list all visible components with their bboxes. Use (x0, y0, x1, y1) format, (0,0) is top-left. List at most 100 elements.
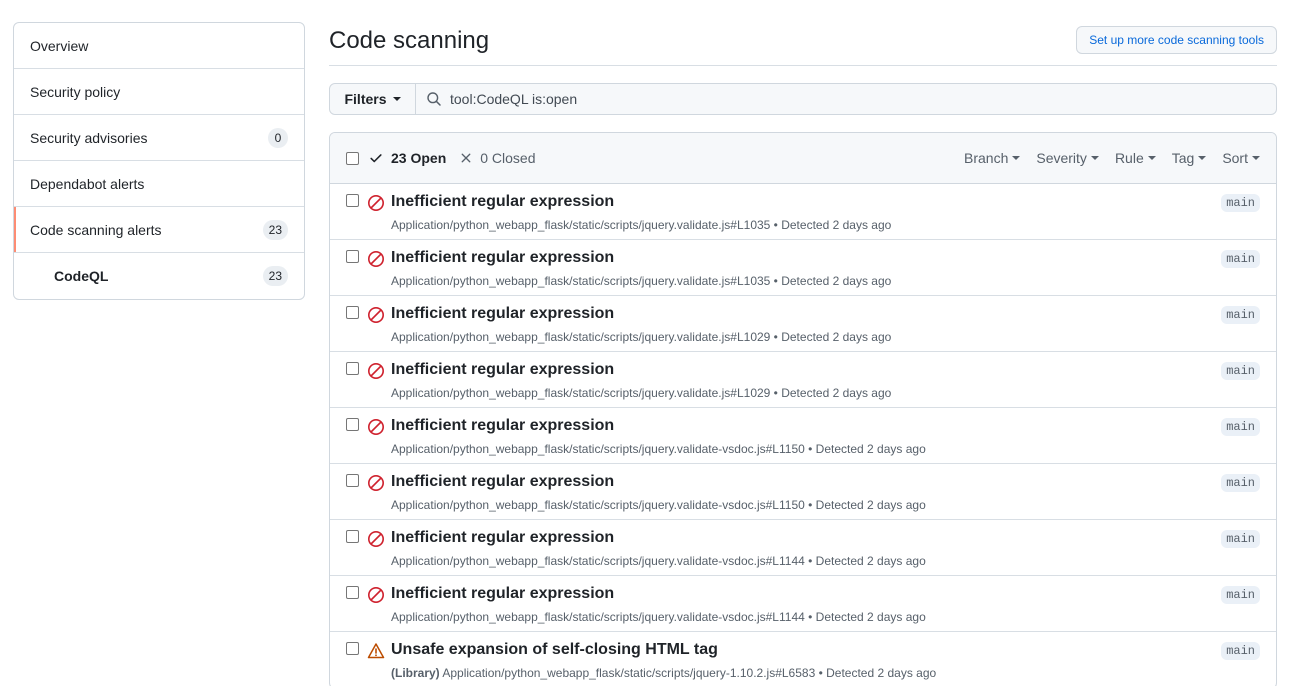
caret-down-icon (1147, 156, 1156, 160)
alert-checkbox[interactable] (346, 418, 359, 431)
alert-meta: Application/python_webapp_flask/static/s… (391, 610, 926, 624)
alert-detected-time: Detected 2 days ago (781, 274, 892, 288)
alert-file-path: Application/python_webapp_flask/static/s… (391, 330, 771, 344)
sidebar-item-label: Security policy (30, 83, 121, 100)
alert-file-path: Application/python_webapp_flask/static/s… (391, 386, 771, 400)
alert-checkbox[interactable] (346, 642, 359, 655)
alert-meta: Application/python_webapp_flask/static/s… (391, 218, 892, 232)
alerts-list-header: 23 Open 0 Closed Branch Severity Rule Ta… (330, 133, 1276, 184)
search-icon (427, 92, 441, 106)
alert-file-path: Application/python_webapp_flask/static/s… (391, 498, 805, 512)
sidebar-item-codeql[interactable]: CodeQL 23 (14, 253, 304, 299)
counter-badge: 0 (268, 127, 288, 148)
alert-title-link[interactable]: Inefficient regular expression (391, 305, 614, 323)
filter-label: Rule (1114, 150, 1144, 166)
tag-filter-dropdown[interactable]: Tag (1172, 150, 1207, 166)
alert-detected-time: Detected 2 days ago (815, 442, 926, 456)
alert-meta: Application/python_webapp_flask/static/s… (391, 274, 892, 288)
alert-title-link[interactable]: Inefficient regular expression (391, 249, 614, 267)
branch-label: main (1221, 586, 1260, 604)
alert-file-path: Application/python_webapp_flask/static/s… (391, 274, 771, 288)
filter-label: Branch (964, 150, 1009, 166)
alert-title-link[interactable]: Inefficient regular expression (391, 585, 614, 603)
alert-row[interactable]: Inefficient regular expression Applicatio… (330, 352, 1276, 408)
sidebar-item-security-policy[interactable]: Security policy (14, 69, 304, 115)
rule-filter-dropdown[interactable]: Rule (1115, 150, 1156, 166)
sidebar-item-label: Overview (30, 37, 89, 54)
filters-dropdown-button[interactable]: Filters (330, 84, 416, 114)
branch-label: main (1221, 306, 1260, 324)
branch-label: main (1221, 362, 1260, 380)
alert-checkbox[interactable] (346, 306, 359, 319)
filter-label: Sort (1222, 150, 1248, 166)
alert-detected-time: Detected 2 days ago (781, 386, 892, 400)
alert-detected-time: Detected 2 days ago (815, 554, 926, 568)
open-alerts-filter[interactable]: 23 Open (369, 150, 446, 166)
alert-checkbox[interactable] (346, 586, 359, 599)
branch-label: main (1221, 250, 1260, 268)
alert-row[interactable]: Inefficient regular expression Applicatio… (330, 464, 1276, 520)
branch-label: main (1221, 474, 1260, 492)
sidebar-item-label: CodeQL (54, 268, 109, 284)
alert-title-link[interactable]: Inefficient regular expression (391, 417, 614, 435)
main-content: Code scanning Set up more code scanning … (329, 22, 1277, 686)
select-all-checkbox[interactable] (346, 151, 359, 165)
caret-down-icon (1198, 156, 1207, 160)
filters-label: Filters (344, 91, 387, 107)
alert-checkbox[interactable] (346, 474, 359, 487)
page-title: Code scanning (329, 27, 490, 54)
alert-checkbox[interactable] (346, 530, 359, 543)
sidebar-item-dependabot-alerts[interactable]: Dependabot alerts (14, 161, 304, 207)
alert-checkbox[interactable] (346, 362, 359, 375)
alert-title-link[interactable]: Inefficient regular expression (391, 361, 614, 379)
alert-row[interactable]: Inefficient regular expression Applicatio… (330, 296, 1276, 352)
counter-badge: 23 (262, 266, 288, 286)
setup-code-scanning-button[interactable]: Set up more code scanning tools (1076, 26, 1277, 54)
alert-title-link[interactable]: Inefficient regular expression (391, 193, 614, 211)
alert-file-path: Application/python_webapp_flask/static/s… (391, 442, 805, 456)
alert-row[interactable]: Inefficient regular expression Applicatio… (330, 408, 1276, 464)
branch-filter-dropdown[interactable]: Branch (964, 150, 1021, 166)
alert-row[interactable]: Unsafe expansion of self-closing HTML ta… (330, 632, 1276, 686)
caret-down-icon (392, 97, 401, 101)
filter-label: Tag (1171, 150, 1195, 166)
closed-count-label: 0 Closed (480, 150, 536, 166)
stop-icon (368, 531, 384, 547)
alert-checkbox[interactable] (346, 194, 359, 207)
branch-label: main (1221, 418, 1260, 436)
alert-title-link[interactable]: Inefficient regular expression (391, 529, 614, 547)
alert-row[interactable]: Inefficient regular expression Applicatio… (330, 240, 1276, 296)
counter-badge: 23 (262, 219, 288, 240)
branch-label: main (1221, 642, 1260, 660)
x-icon (461, 153, 471, 163)
stop-icon (368, 195, 384, 211)
alert-meta: Application/python_webapp_flask/static/s… (391, 442, 926, 456)
alert-row[interactable]: Inefficient regular expression Applicatio… (330, 520, 1276, 576)
alert-title-link[interactable]: Inefficient regular expression (391, 473, 614, 491)
stop-icon (368, 363, 384, 379)
caret-down-icon (1012, 156, 1021, 160)
caret-down-icon (1252, 156, 1260, 160)
alert-row[interactable]: Inefficient regular expression Applicatio… (330, 576, 1276, 632)
stop-icon (368, 251, 384, 267)
sidebar-item-label: Dependabot alerts (30, 175, 145, 192)
sort-dropdown[interactable]: Sort (1222, 150, 1260, 166)
sidebar-item-label: Code scanning alerts (30, 221, 162, 238)
alert-title-link[interactable]: Unsafe expansion of self-closing HTML ta… (391, 641, 718, 659)
search-query: tool:CodeQL is:open (450, 91, 578, 107)
alerts-list: 23 Open 0 Closed Branch Severity Rule Ta… (329, 132, 1277, 686)
open-count-label: 23 Open (391, 150, 447, 166)
sidebar-item-overview[interactable]: Overview (14, 23, 304, 69)
sidebar-item-code-scanning-alerts[interactable]: Code scanning alerts 23 (14, 207, 304, 253)
severity-filter-dropdown[interactable]: Severity (1036, 150, 1099, 166)
library-tag: (Library) (391, 666, 440, 680)
alert-checkbox[interactable] (346, 250, 359, 263)
alert-file-path: Application/python_webapp_flask/static/s… (442, 666, 816, 680)
alert-row[interactable]: Inefficient regular expression Applicatio… (330, 184, 1276, 240)
closed-alerts-filter[interactable]: 0 Closed (460, 150, 536, 166)
search-input[interactable]: tool:CodeQL is:open (416, 84, 1276, 114)
sidebar-item-security-advisories[interactable]: Security advisories 0 (14, 115, 304, 161)
branch-label: main (1221, 194, 1260, 212)
alert-file-path: Application/python_webapp_flask/static/s… (391, 218, 771, 232)
list-filters: Branch Severity Rule Tag Sort (964, 150, 1260, 166)
